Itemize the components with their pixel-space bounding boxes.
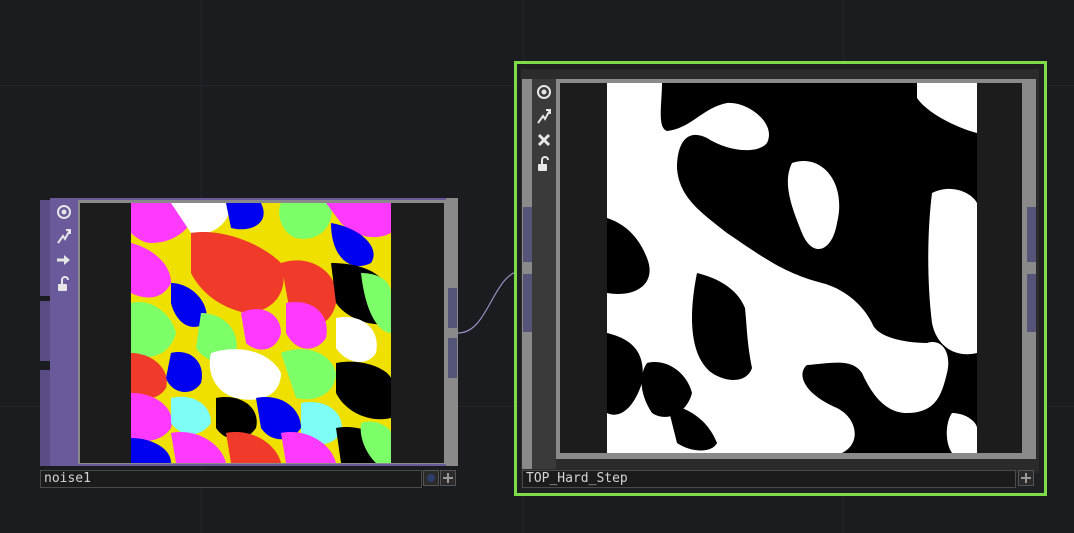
cook-icon[interactable] bbox=[534, 106, 554, 126]
operator-node-top-hard-step[interactable]: TOP_Hard_Step bbox=[514, 61, 1047, 496]
expand-button[interactable] bbox=[440, 470, 456, 486]
input-connector[interactable] bbox=[523, 274, 532, 332]
node-viewer[interactable] bbox=[80, 203, 444, 463]
node-icon-strip bbox=[532, 79, 556, 469]
viewer-toggle-button[interactable] bbox=[423, 470, 439, 486]
node-icon-strip bbox=[52, 200, 76, 464]
bypass-icon[interactable] bbox=[54, 250, 74, 270]
input-connector[interactable] bbox=[40, 370, 50, 466]
lock-icon[interactable] bbox=[54, 274, 74, 294]
viewer-active-icon[interactable] bbox=[54, 202, 74, 222]
input-connector[interactable] bbox=[40, 200, 50, 296]
output-connector[interactable] bbox=[448, 288, 457, 328]
noise-image bbox=[131, 203, 391, 463]
output-connector[interactable] bbox=[1027, 274, 1036, 332]
output-strip bbox=[1026, 79, 1036, 459]
viewer-active-icon[interactable] bbox=[534, 82, 554, 102]
node-name-field[interactable]: TOP_Hard_Step bbox=[522, 470, 1016, 488]
cook-icon[interactable] bbox=[54, 226, 74, 246]
node-viewer[interactable] bbox=[560, 83, 1022, 453]
output-strip bbox=[446, 198, 458, 466]
expand-button[interactable] bbox=[1018, 470, 1034, 486]
input-connector[interactable] bbox=[523, 207, 532, 262]
hard-step-image bbox=[607, 83, 977, 453]
output-connector[interactable] bbox=[448, 338, 457, 378]
output-connector[interactable] bbox=[1027, 207, 1036, 262]
node-name-field[interactable]: noise1 bbox=[40, 470, 422, 488]
input-connector[interactable] bbox=[40, 301, 50, 361]
operator-node-noise1[interactable]: noise1 bbox=[40, 198, 460, 488]
close-icon[interactable] bbox=[534, 130, 554, 150]
lock-icon[interactable] bbox=[534, 154, 554, 174]
